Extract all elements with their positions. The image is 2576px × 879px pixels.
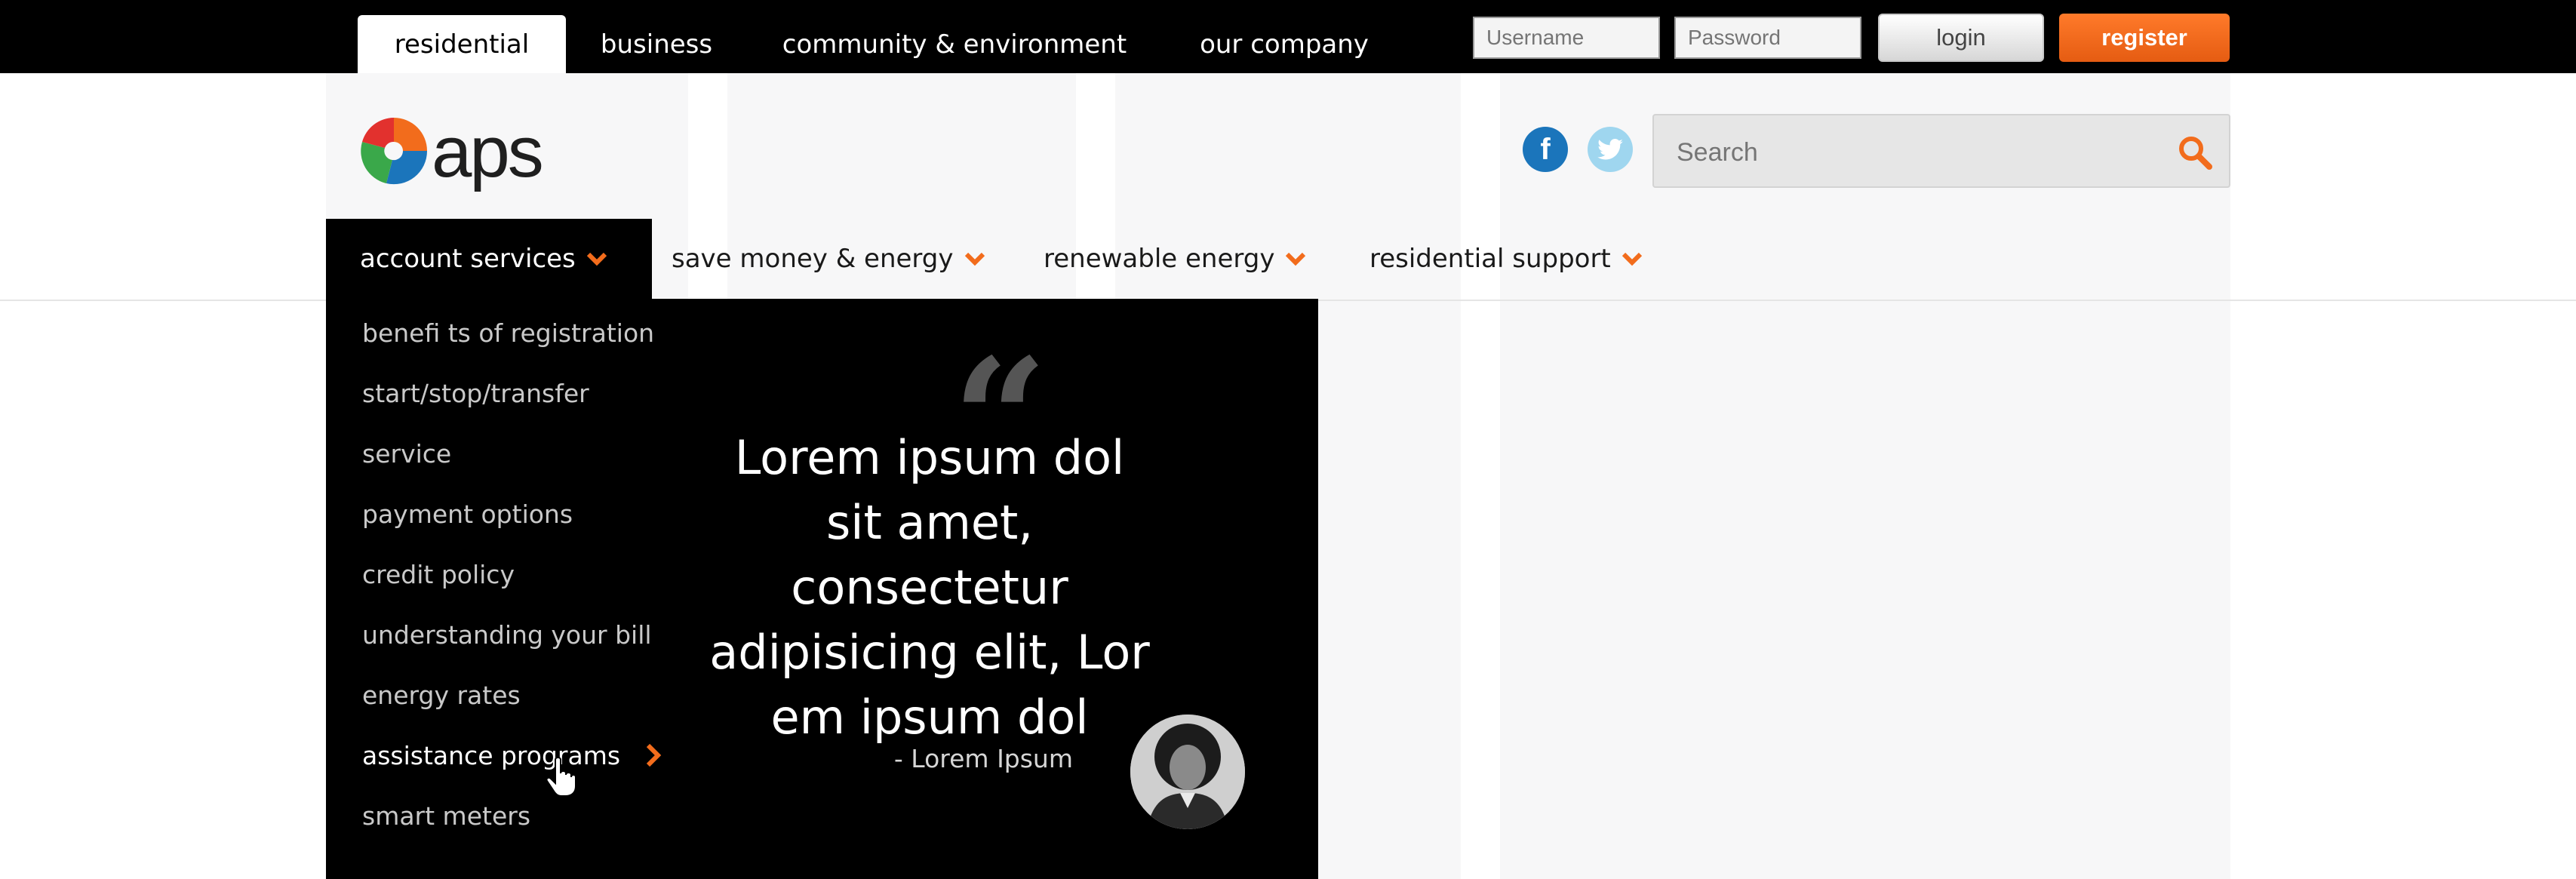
quote-line: Lorem ipsum dol: [734, 430, 1125, 485]
nav-residential-support[interactable]: residential support: [1369, 219, 1643, 299]
menu-link-service[interactable]: service: [362, 441, 451, 466]
chevron-down-icon: [964, 252, 985, 266]
nav-save-money-energy[interactable]: save money & energy: [672, 219, 985, 299]
chevron-right-icon: [646, 743, 661, 767]
twitter-bird-icon: [1597, 139, 1623, 160]
password-field[interactable]: [1674, 17, 1861, 59]
facebook-icon[interactable]: f: [1523, 127, 1568, 172]
grid-column: [1886, 73, 2230, 879]
logo-text: aps: [432, 112, 544, 192]
hand-cursor-icon: [546, 757, 576, 797]
menu-link-energy-rates[interactable]: energy rates: [362, 683, 521, 708]
menu-link-start-stop-transfer[interactable]: start/stop/transfer: [362, 381, 589, 406]
menu-link-smart-meters[interactable]: smart meters: [362, 804, 530, 828]
nav-renewable-energy[interactable]: renewable energy: [1044, 219, 1306, 299]
tab-community-environment[interactable]: community & environment: [762, 15, 1147, 73]
username-field[interactable]: [1473, 17, 1660, 59]
top-bar: residential business community & environ…: [0, 0, 2576, 73]
nav-account-services[interactable]: account services: [326, 219, 652, 299]
menu-link-label: assistance programs: [362, 741, 621, 770]
nav-label: renewable energy: [1044, 244, 1275, 274]
menu-link-payment-options[interactable]: payment options: [362, 502, 573, 527]
tab-residential[interactable]: residential: [358, 15, 566, 73]
facebook-glyph: f: [1540, 132, 1551, 166]
search-box: [1652, 114, 2230, 188]
chevron-down-icon: [586, 252, 607, 266]
menu-link-assistance-programs[interactable]: assistance programs: [362, 743, 662, 768]
avatar: [1130, 715, 1245, 829]
menu-link-benefits-registration[interactable]: benefi ts of registration: [362, 321, 654, 346]
twitter-icon[interactable]: [1588, 127, 1633, 172]
account-services-dropdown: benefi ts of registration start/stop/tra…: [326, 299, 1318, 879]
quote-line: sit amet, consectetur: [791, 495, 1068, 615]
person-portrait-icon: [1130, 715, 1245, 829]
tab-our-company[interactable]: our company: [1182, 15, 1387, 73]
menu-link-understanding-bill[interactable]: understanding your bill: [362, 622, 652, 647]
menu-link-credit-policy[interactable]: credit policy: [362, 562, 515, 587]
quote-line: em ipsum dol: [770, 690, 1089, 745]
tab-business[interactable]: business: [581, 15, 732, 73]
quote-author: - Lorem Ipsum: [893, 744, 1073, 773]
search-icon[interactable]: [2176, 134, 2214, 171]
chevron-down-icon: [1286, 252, 1306, 266]
register-button[interactable]: register: [2059, 14, 2230, 62]
quote-line: adipisicing elit, Lor: [709, 625, 1150, 680]
search-input[interactable]: [1675, 132, 2131, 173]
aps-logo-mark-icon: [361, 118, 428, 185]
nav-label: account services: [360, 244, 576, 274]
chevron-down-icon: [1622, 252, 1642, 266]
nav-label: save money & energy: [672, 244, 954, 274]
login-button[interactable]: login: [1878, 14, 2044, 62]
aps-logo[interactable]: aps: [356, 113, 567, 189]
testimonial-quote: Lorem ipsum dol sit amet, consectetur ad…: [703, 426, 1156, 750]
nav-label: residential support: [1369, 244, 1611, 274]
